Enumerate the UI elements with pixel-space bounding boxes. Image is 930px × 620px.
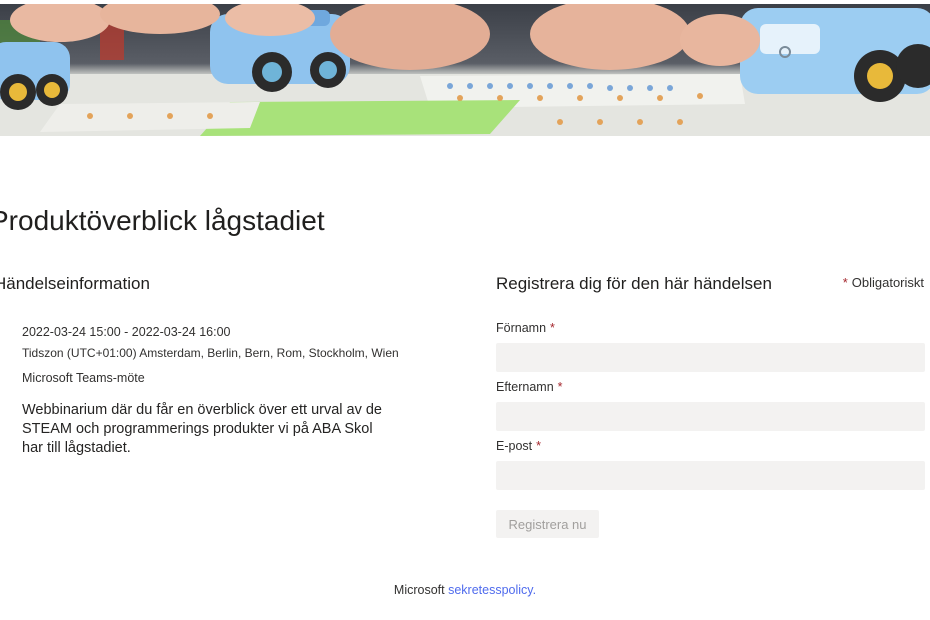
required-label: Obligatoriskt [851, 275, 924, 290]
last-name-required-marker: * [557, 380, 563, 394]
required-note: * Obligatoriskt [843, 275, 924, 290]
event-datetime: 2022-03-24 15:00 - 2022-03-24 16:00 [22, 325, 231, 339]
register-button[interactable]: Registrera nu [496, 510, 599, 538]
email-input[interactable] [496, 461, 925, 490]
last-name-label-text: Efternamn [496, 380, 554, 394]
email-required-marker: * [536, 439, 542, 453]
event-timezone: Tidszon (UTC+01:00) Amsterdam, Berlin, B… [22, 346, 399, 360]
banner-image [0, 4, 930, 136]
event-info-heading: Händelseinformation [0, 274, 150, 293]
footer: Microsoft sekretesspolicy. [0, 583, 930, 597]
first-name-required-marker: * [550, 321, 555, 335]
privacy-policy-link[interactable]: sekretesspolicy. [448, 583, 536, 597]
email-label-text: E-post [496, 439, 533, 453]
last-name-input[interactable] [496, 402, 925, 431]
registration-heading: Registrera dig för den här händelsen [496, 274, 772, 293]
first-name-label-text: Förnamn [496, 321, 547, 335]
footer-prefix: Microsoft [393, 583, 445, 597]
event-location: Microsoft Teams-möte [22, 371, 145, 385]
event-description: Webbinarium där du får en överblick över… [22, 402, 382, 456]
first-name-input[interactable] [496, 343, 925, 372]
required-marker: * [842, 275, 848, 290]
banner-photo-icon [0, 4, 930, 136]
first-name-label: Förnamn * [496, 321, 555, 335]
page-title: Produktöverblick lågstadiet [0, 205, 325, 236]
email-label: E-post * [496, 439, 541, 453]
last-name-label: Efternamn * [496, 380, 563, 394]
